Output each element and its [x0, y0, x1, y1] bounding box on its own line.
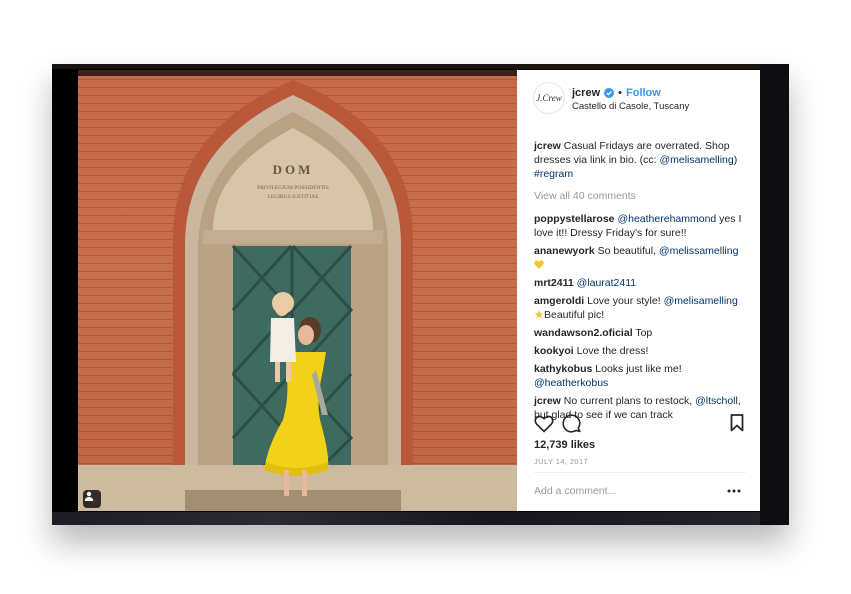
comment-user[interactable]: jcrew — [534, 395, 561, 407]
comments-section: jcrew Casual Fridays are overrated. Shop… — [534, 139, 750, 426]
post-details-panel: J.Crew jcrew • Follow Castello di Casole… — [517, 70, 760, 511]
background-strip-bottom — [52, 512, 789, 525]
comment-item: ananewyork So beautiful, @melissamelling — [534, 244, 750, 272]
doorstep — [185, 490, 401, 511]
comment-text-2: Beautiful pic! — [544, 309, 605, 321]
woman-leg-left — [284, 470, 289, 496]
child-face — [275, 300, 289, 316]
caption-hashtag[interactable]: #regram — [534, 168, 573, 180]
location-link[interactable]: Castello di Casole, Tuscany — [572, 101, 689, 112]
bookmark-icon[interactable] — [730, 414, 744, 432]
username-row: jcrew • Follow — [572, 87, 661, 99]
woman-leg-right — [302, 470, 307, 496]
comment-text: Love your style! — [584, 295, 664, 307]
comment-item: wandawson2.oficial Top — [534, 326, 750, 340]
heart-outline-icon[interactable] — [534, 414, 554, 433]
avatar[interactable]: J.Crew — [533, 82, 565, 114]
child-leg-right — [286, 362, 291, 382]
post-photo[interactable]: DOM PRIVILEGIUM POSSIDENTIS LEGIBUS IUST… — [78, 70, 517, 511]
comment-user[interactable]: mrt2411 — [534, 277, 574, 289]
follow-button[interactable]: Follow — [626, 87, 661, 99]
comment-mention[interactable]: @heatherkobus — [534, 377, 608, 389]
dot-separator: • — [618, 87, 622, 99]
verified-badge-icon — [604, 88, 615, 98]
divider — [534, 472, 746, 473]
post-actions — [534, 414, 746, 436]
comment-user[interactable]: kookyoi — [534, 345, 574, 357]
plaque-line1: PRIVILEGIUM POSSIDENTIS — [257, 185, 329, 191]
comment-user[interactable]: poppystellarose — [534, 213, 615, 225]
ellipsis-icon[interactable] — [727, 488, 741, 494]
child-outfit — [270, 318, 296, 362]
comment-mention[interactable]: @heatherehammond — [617, 213, 716, 225]
post-header: J.Crew jcrew • Follow Castello di Casole… — [517, 70, 760, 120]
comment-mention[interactable]: @melisamelling — [664, 295, 738, 307]
comment-item: kathykobus Looks just like me! @heatherk… — [534, 362, 750, 390]
plaque-title: DOM — [273, 162, 314, 177]
lintel — [203, 230, 383, 244]
comment-user[interactable]: wandawson2.oficial — [534, 327, 633, 339]
comment-mention[interactable]: @laurat2411 — [577, 277, 637, 289]
comment-item: mrt2411 @laurat2411 — [534, 276, 750, 290]
comment-text: Looks just like me! — [592, 363, 682, 375]
plaque-line2: LEGIBUS IUSTITIAE — [267, 194, 319, 200]
background-strip-top — [52, 64, 789, 69]
username-link[interactable]: jcrew — [572, 87, 600, 99]
add-comment-input[interactable] — [534, 480, 714, 502]
comment-text: No current plans to restock, — [560, 395, 696, 407]
comment-user[interactable]: kathykobus — [534, 363, 592, 375]
comment-text: So beautiful, — [594, 245, 659, 257]
avatar-logo-text: J.Crew — [536, 93, 562, 103]
photo-shadow-top — [78, 70, 517, 76]
photo-illustration: DOM PRIVILEGIUM POSSIDENTIS LEGIBUS IUST… — [78, 70, 517, 511]
child-leg-left — [275, 362, 280, 382]
comment-item: kookyoi Love the dress! — [534, 344, 750, 358]
caption-author[interactable]: jcrew — [534, 140, 561, 152]
yellow-heart-icon — [534, 260, 544, 269]
comment-user[interactable]: ananewyork — [534, 245, 595, 257]
post-date: JULY 14, 2017 — [534, 457, 589, 466]
woman-face — [298, 325, 314, 345]
comment-text: Top — [632, 327, 653, 339]
background-strip-right — [760, 64, 789, 525]
speech-bubble-icon[interactable] — [562, 414, 581, 433]
comment-item: poppystellarose @heatherehammond yes I l… — [534, 212, 750, 240]
likes-count[interactable]: 12,739 likes — [534, 439, 595, 451]
post-lightbox: DOM PRIVILEGIUM POSSIDENTIS LEGIBUS IUST… — [52, 64, 789, 525]
post-caption: jcrew Casual Fridays are overrated. Shop… — [534, 139, 750, 181]
person-tag-icon[interactable] — [83, 490, 101, 508]
comment-item: amgeroldi Love your style! @melisamellin… — [534, 294, 750, 322]
caption-mention[interactable]: @melisamelling — [659, 154, 733, 166]
view-all-comments-link[interactable]: View all 40 comments — [534, 189, 750, 203]
comment-user[interactable]: amgeroldi — [534, 295, 584, 307]
comment-mention[interactable]: @melissamelling — [659, 245, 739, 257]
star-icon — [534, 310, 544, 319]
comment-text: Love the dress! — [573, 345, 649, 357]
caption-close: ) — [733, 154, 738, 166]
comment-mention[interactable]: @ltscholl — [695, 395, 738, 407]
